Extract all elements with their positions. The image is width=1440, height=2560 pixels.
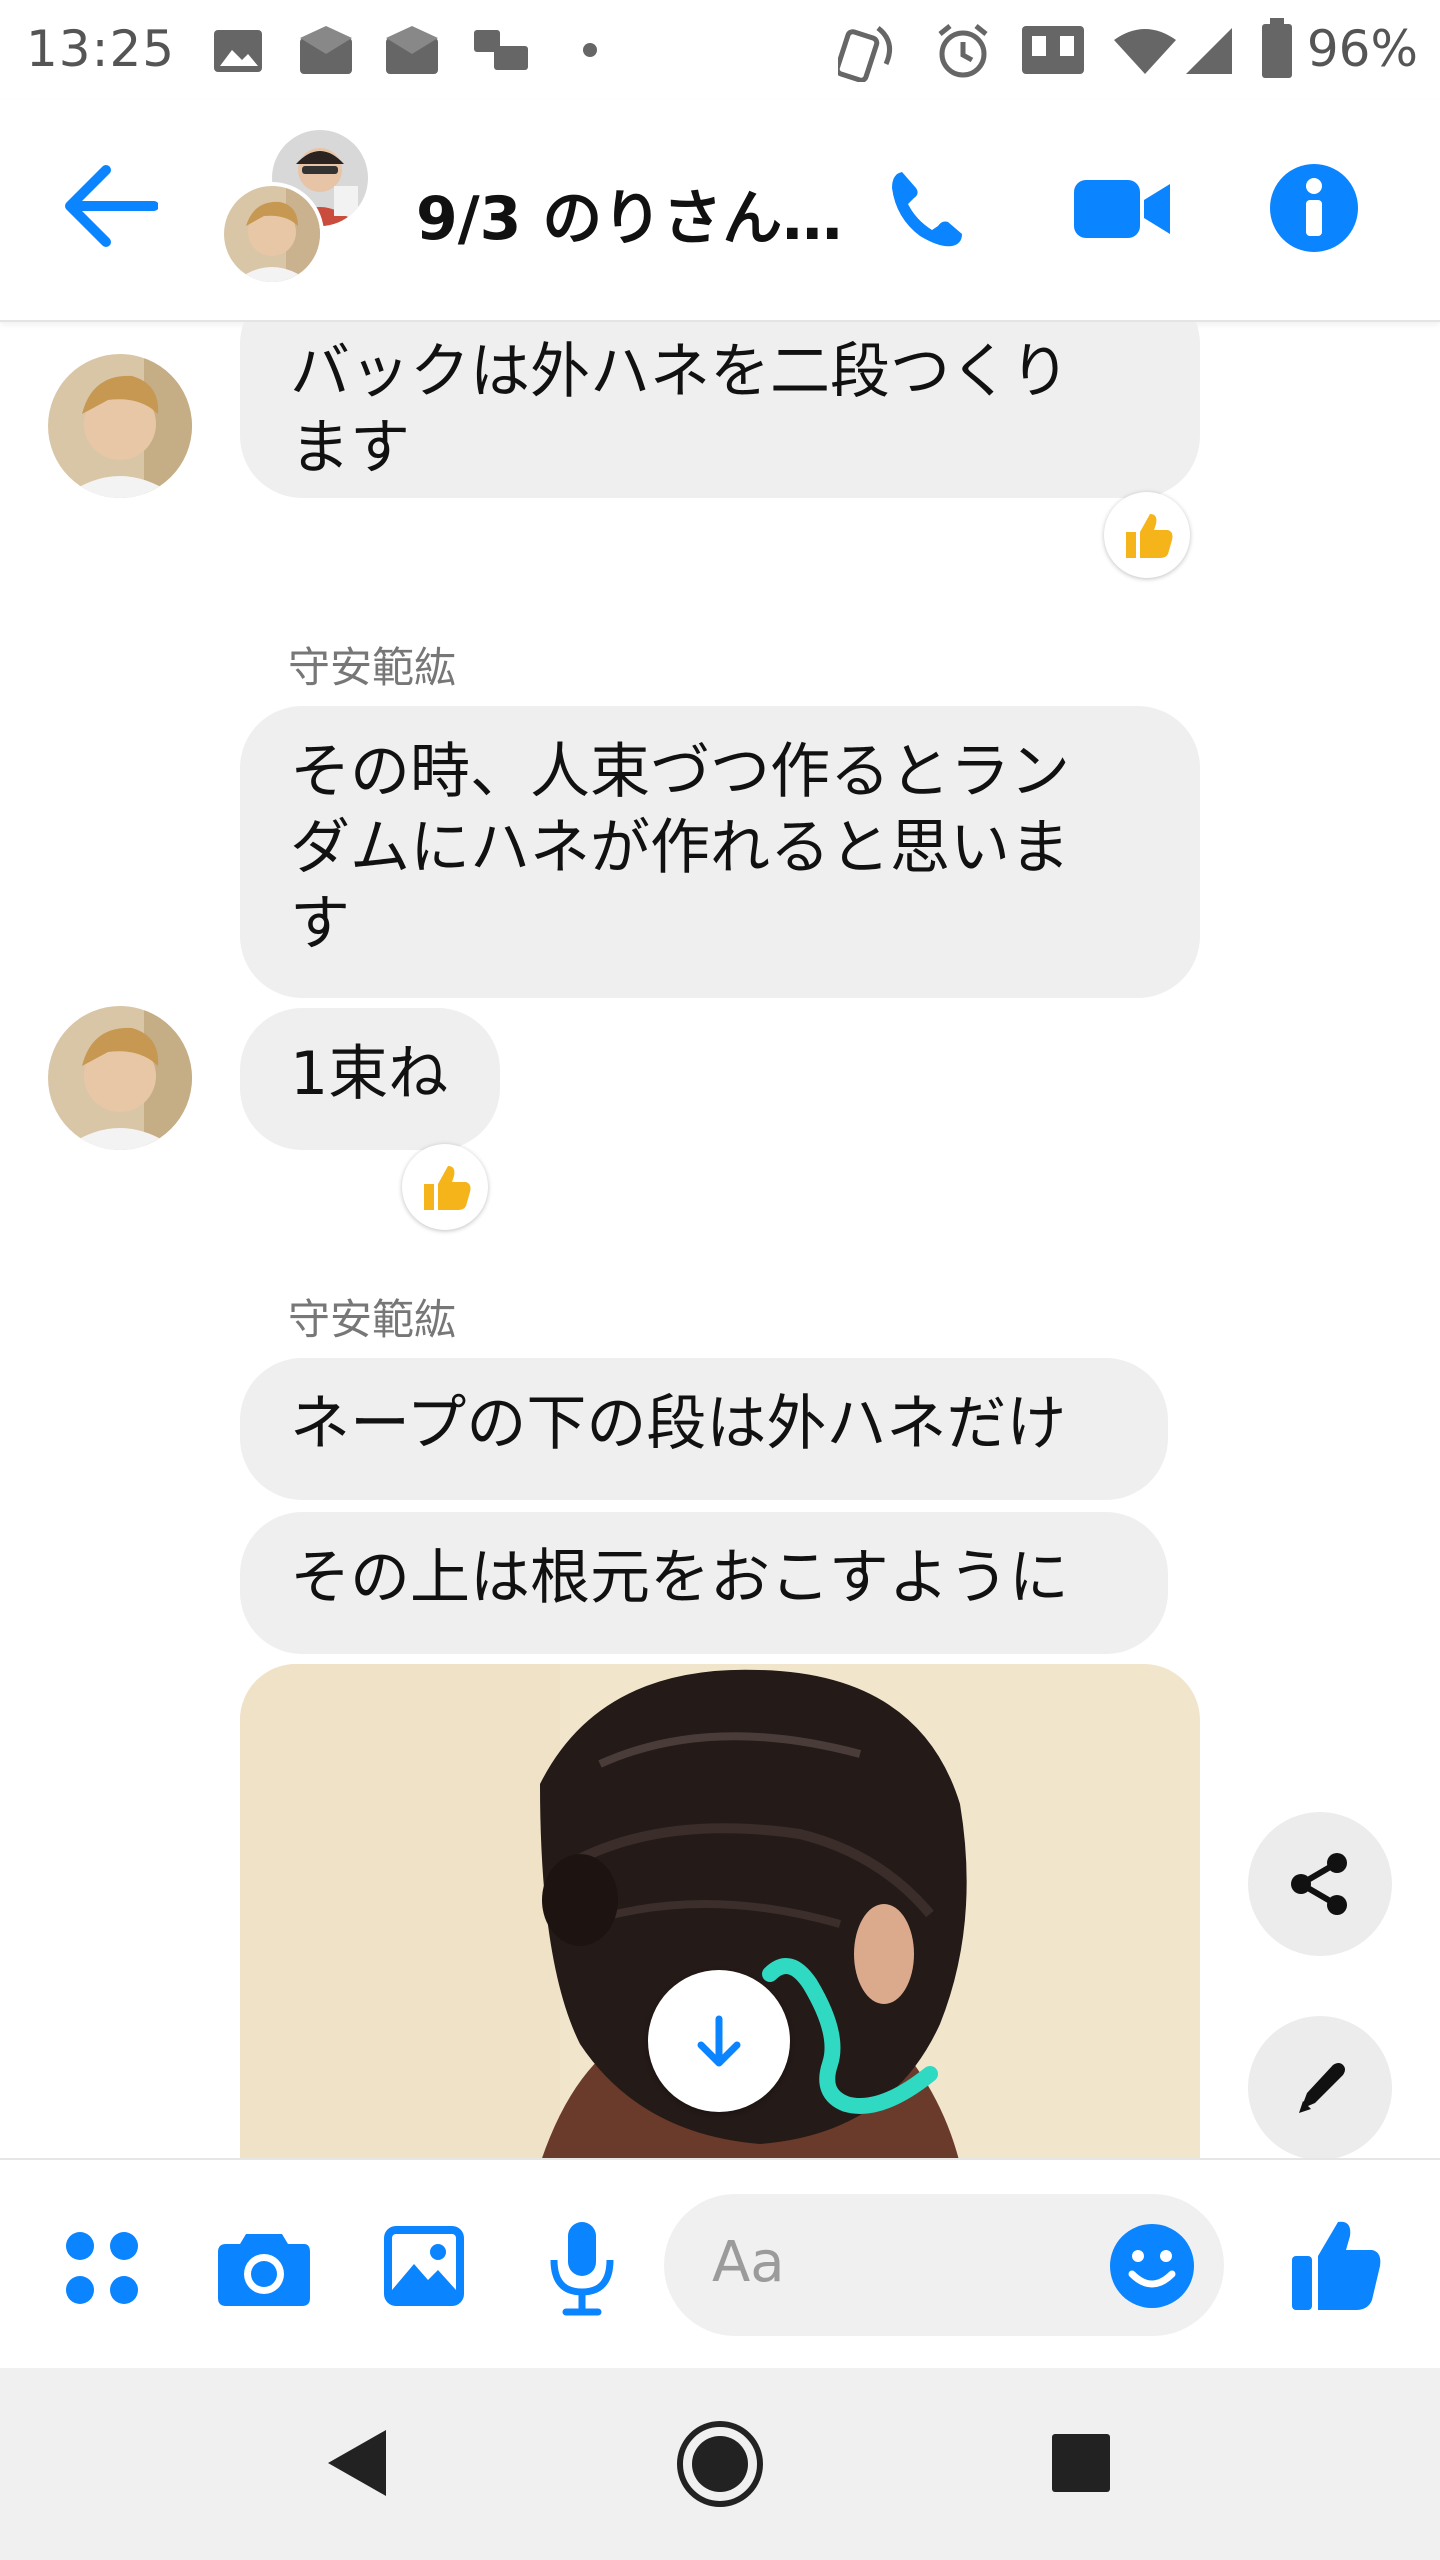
message-input[interactable]: Aa: [664, 2194, 1224, 2336]
mail-icon: [300, 26, 352, 74]
wifi-icon: [1114, 29, 1176, 74]
message-line: ます: [290, 413, 410, 483]
message-line: ネープの下の段は外ハネだけ: [290, 1389, 1067, 1459]
android-nav-bar: [0, 2368, 1440, 2560]
sender-name: 守安範紘: [288, 1295, 457, 1344]
group-avatar[interactable]: [216, 130, 376, 290]
chat-header: 9/3 のりさん…: [0, 100, 1440, 322]
sender-avatar[interactable]: [48, 354, 192, 498]
camera-icon[interactable]: [216, 2228, 312, 2308]
message-bubble[interactable]: 1束ね: [240, 1008, 500, 1150]
info-icon[interactable]: [1268, 162, 1360, 254]
message-line: 1束ね: [290, 1039, 449, 1109]
message-line: バックは外ハネを二段つくり: [290, 337, 1070, 407]
member-avatar: [220, 182, 324, 286]
edit-button[interactable]: [1248, 2016, 1392, 2160]
message-bubble[interactable]: バックは外ハネを二段つくり ます: [240, 322, 1200, 498]
message-bubble[interactable]: その時、人束づつ作るとラン ダムにハネが作れると思いま す: [240, 706, 1200, 998]
status-bar: 13:25 96%: [0, 0, 1440, 100]
scroll-to-bottom-button[interactable]: [648, 1970, 790, 2112]
gallery-icon[interactable]: [382, 2224, 466, 2308]
dot-icon: [583, 43, 597, 57]
alarm-icon: [938, 24, 988, 78]
image-message[interactable]: [240, 1664, 1200, 2164]
mail-icon: [386, 26, 438, 74]
thumbs-up-icon[interactable]: [1290, 2216, 1382, 2312]
voicemail-icon: [474, 30, 528, 70]
share-icon: [1291, 1853, 1347, 1915]
microphone-icon[interactable]: [546, 2220, 618, 2316]
emoji-icon[interactable]: [1108, 2222, 1196, 2310]
nfc-icon: [838, 26, 893, 82]
status-time: 13:25: [26, 20, 176, 78]
sender-avatar[interactable]: [48, 1006, 192, 1150]
message-line: ダムにハネが作れると思いま: [290, 813, 1070, 883]
message-line: す: [290, 889, 350, 959]
message-placeholder: Aa: [712, 2230, 785, 2295]
message-line: その上は根元をおこすように: [290, 1543, 1069, 1613]
battery-percent: 96%: [1306, 20, 1418, 78]
reaction-badge[interactable]: [402, 1144, 488, 1230]
message-line: その時、人束づつ作るとラン: [290, 737, 1070, 807]
video-camera-icon[interactable]: [1072, 176, 1172, 242]
signal-icon: [1186, 28, 1232, 74]
vibrate-icon: [1022, 26, 1084, 74]
message-bubble[interactable]: ネープの下の段は外ハネだけ: [240, 1358, 1168, 1500]
apps-icon[interactable]: [62, 2228, 142, 2308]
reaction-badge[interactable]: [1104, 492, 1190, 578]
back-nav-icon[interactable]: [326, 2428, 388, 2498]
message-bubble[interactable]: その上は根元をおこすように: [240, 1512, 1168, 1654]
sender-name: 守安範紘: [288, 643, 457, 692]
image-icon: [214, 30, 262, 72]
composer-bar: Aa: [0, 2158, 1440, 2370]
thumbs-up-reaction-icon: [424, 1166, 471, 1210]
arrow-down-icon: [697, 2015, 741, 2067]
share-button[interactable]: [1248, 1812, 1392, 1956]
battery-icon: [1262, 18, 1292, 78]
thumbs-up-reaction-icon: [1126, 514, 1173, 558]
phone-icon[interactable]: [884, 166, 970, 252]
home-nav-icon[interactable]: [674, 2418, 766, 2510]
chat-title[interactable]: 9/3 のりさん…: [416, 170, 842, 257]
back-arrow-icon[interactable]: [62, 162, 158, 250]
recents-nav-icon[interactable]: [1050, 2432, 1112, 2494]
pencil-icon: [1299, 2063, 1345, 2113]
